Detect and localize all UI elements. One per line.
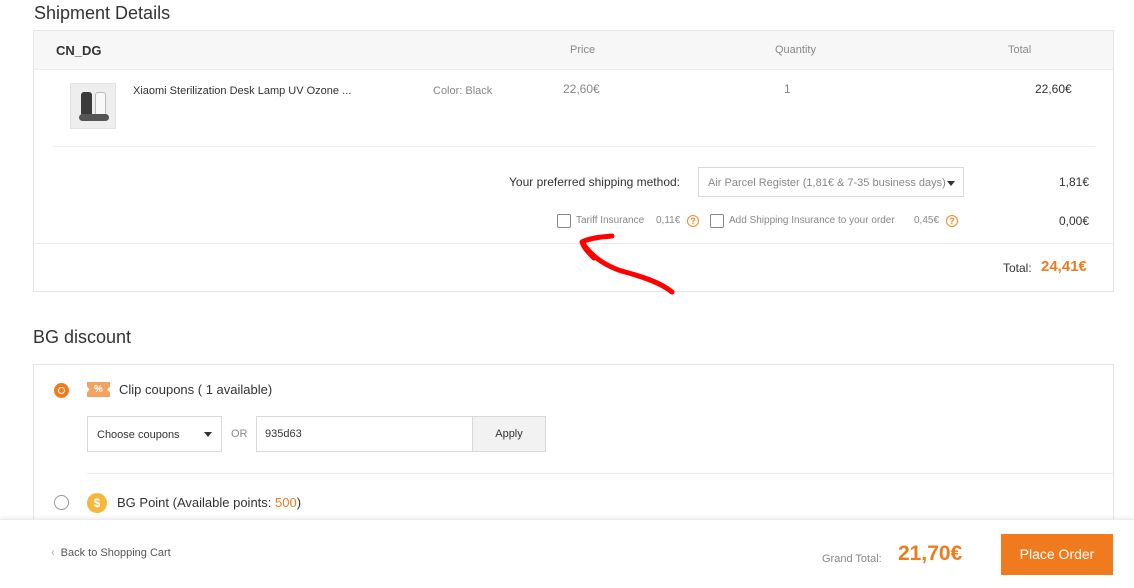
clip-coupons-label: Clip coupons ( 1 available): [119, 382, 273, 397]
row-divider: [53, 146, 1095, 147]
tariff-insurance-checkbox[interactable]: [557, 214, 571, 228]
store-name: CN_DG: [56, 43, 102, 58]
shipping-insurance-price: 0,45€: [914, 215, 940, 226]
shipping-cost: 1,81€: [1059, 175, 1090, 189]
product-thumbnail[interactable]: [70, 83, 116, 129]
discount-section-title: BG discount: [33, 327, 132, 347]
total-label: Total:: [1003, 261, 1032, 275]
grand-total-label: Grand Total:: [822, 553, 882, 565]
product-quantity: 1: [784, 82, 791, 96]
chevron-down-icon: [204, 432, 212, 437]
choose-coupons-value: Choose coupons: [97, 429, 180, 441]
product-name-link[interactable]: Xiaomi Sterilization Desk Lamp UV Ozone …: [133, 85, 351, 97]
clip-coupons-radio[interactable]: [54, 383, 69, 398]
bg-point-close: ): [296, 495, 302, 510]
place-order-button[interactable]: Place Order: [1001, 534, 1113, 575]
total-value: 24,41€: [1041, 258, 1087, 275]
grand-total-value: 21,70€: [898, 542, 963, 565]
total-column-header: Total: [1008, 44, 1032, 56]
product-price: 22,60€: [563, 82, 600, 96]
choose-coupons-select[interactable]: Choose coupons: [87, 416, 222, 452]
product-color: Color: Black: [433, 85, 493, 97]
shipping-method-label: Your preferred shipping method:: [509, 175, 680, 189]
back-to-cart-label: Back to Shopping Cart: [60, 547, 171, 559]
apply-button[interactable]: Apply: [472, 416, 546, 452]
shipping-method-select[interactable]: Air Parcel Register (1,81€ & 7-35 busine…: [698, 167, 964, 197]
or-separator: OR: [231, 428, 248, 440]
shipping-method-value: Air Parcel Register (1,81€ & 7-35 busine…: [708, 177, 946, 189]
shipping-insurance-checkbox[interactable]: [710, 214, 724, 228]
bg-point-label: BG Point (Available points: 500): [117, 495, 301, 510]
discount-divider: [87, 473, 1113, 474]
points-coin-icon: $: [87, 493, 107, 513]
bg-point-text: BG Point (Available points:: [117, 495, 276, 510]
bg-point-radio[interactable]: [54, 495, 69, 510]
chevron-left-icon: ‹: [51, 547, 55, 559]
coupon-code-input[interactable]: [256, 416, 473, 452]
chevron-down-icon: [947, 181, 955, 186]
product-total: 22,60€: [1035, 82, 1072, 96]
shipping-insurance-label: Add Shipping Insurance to your order: [729, 215, 895, 226]
price-column-header: Price: [570, 44, 596, 56]
bg-point-value: 500: [275, 495, 297, 510]
quantity-column-header: Quantity: [775, 44, 816, 56]
shipment-section-title: Shipment Details: [34, 3, 171, 23]
coupon-icon: %: [87, 382, 110, 397]
help-icon[interactable]: ?: [687, 215, 699, 227]
annotation-arrow-icon: [579, 233, 675, 295]
insurance-cost: 0,00€: [1059, 214, 1090, 228]
back-to-cart-link[interactable]: ‹ Back to Shopping Cart: [51, 547, 171, 559]
help-icon[interactable]: ?: [946, 215, 958, 227]
